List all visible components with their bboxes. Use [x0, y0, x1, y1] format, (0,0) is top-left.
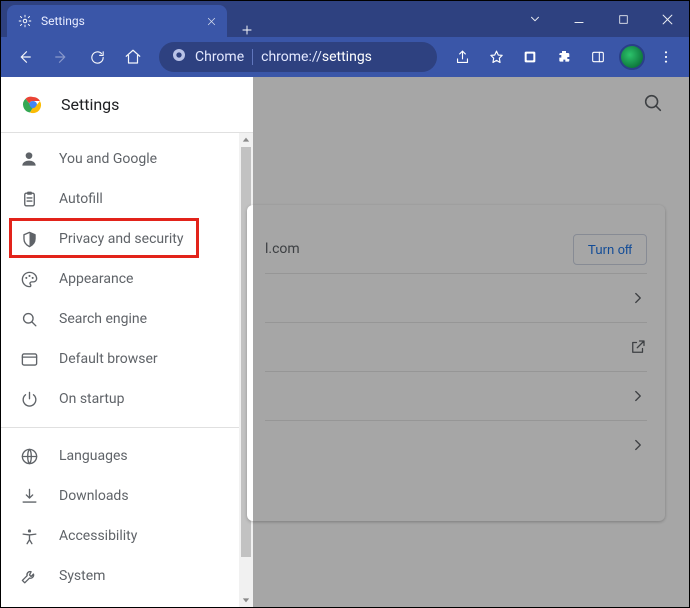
omnibox[interactable]: Chrome chrome://settings	[159, 42, 437, 72]
sidebar-list: You and Google Autofill Privacy and secu…	[1, 133, 253, 607]
nav-home[interactable]	[117, 41, 149, 73]
gear-icon	[17, 13, 33, 29]
sidebar-item-downloads[interactable]: Downloads	[1, 476, 253, 516]
settings-sidebar: Settings You and Google	[1, 77, 253, 607]
browser-tab-settings[interactable]: Settings	[7, 5, 227, 37]
tab-title: Settings	[41, 14, 85, 28]
browser-icon	[19, 349, 39, 369]
sidebar-item-label: Accessibility	[59, 528, 137, 544]
window-close[interactable]	[645, 1, 689, 37]
tab-overview-icon[interactable]	[515, 42, 545, 72]
sidebar-item-languages[interactable]: Languages	[1, 436, 253, 476]
extensions-icon[interactable]	[549, 42, 579, 72]
dimmed-overlay	[253, 77, 689, 607]
browser-menu[interactable]	[651, 42, 681, 72]
omnibox-origin: Chrome	[195, 49, 244, 65]
sidebar-item-autofill[interactable]: Autofill	[1, 179, 253, 219]
sidebar-item-label: Default browser	[59, 351, 158, 367]
sidebar-item-label: System	[59, 568, 105, 584]
clipboard-icon	[19, 189, 39, 209]
sidebar-item-label: Privacy and security	[59, 231, 183, 247]
globe-icon	[19, 446, 39, 466]
sidebar-item-label: Languages	[59, 448, 128, 464]
nav-reload[interactable]	[81, 41, 113, 73]
profile-avatar[interactable]	[617, 42, 647, 72]
wrench-icon	[19, 566, 39, 586]
settings-main: l.com Turn off	[253, 77, 689, 607]
sidebar-item-label: Downloads	[59, 488, 129, 504]
sidebar-item-search-engine[interactable]: Search engine	[1, 299, 253, 339]
sidebar-divider	[1, 427, 253, 428]
sidepanel-icon[interactable]	[583, 42, 613, 72]
person-icon	[19, 149, 39, 169]
window-minimize[interactable]	[557, 1, 601, 37]
sidebar-item-privacy[interactable]: Privacy and security	[1, 219, 253, 259]
accessibility-icon	[19, 526, 39, 546]
new-tab-button[interactable]	[233, 23, 261, 37]
share-icon[interactable]	[447, 42, 477, 72]
tab-strip: Settings	[1, 1, 261, 37]
close-icon[interactable]	[203, 13, 219, 29]
window-maximize[interactable]	[601, 1, 645, 37]
sidebar-item-you-and-google[interactable]: You and Google	[1, 139, 253, 179]
shield-icon	[19, 229, 39, 249]
sidebar-item-label: Appearance	[59, 271, 133, 287]
search-icon	[19, 309, 39, 329]
sidebar-item-system[interactable]: System	[1, 556, 253, 596]
sidebar-header: Settings	[1, 77, 253, 133]
caret-down-icon[interactable]	[513, 1, 557, 37]
sidebar-item-label: You and Google	[59, 151, 157, 167]
content-area: Settings You and Google	[1, 77, 689, 607]
sidebar-item-default-browser[interactable]: Default browser	[1, 339, 253, 379]
window-titlebar: Settings	[1, 1, 689, 37]
bookmark-star-icon[interactable]	[481, 42, 511, 72]
page-title: Settings	[61, 95, 119, 114]
refresh-icon	[19, 606, 39, 607]
omnibox-separator	[252, 49, 253, 65]
browser-toolbar: Chrome chrome://settings	[1, 37, 689, 77]
sidebar-item-label: Search engine	[59, 311, 147, 327]
omnibox-url: chrome://settings	[261, 49, 372, 65]
nav-back[interactable]	[9, 41, 41, 73]
palette-icon	[19, 269, 39, 289]
sidebar-item-reset[interactable]: Reset and clean up	[1, 596, 253, 607]
chrome-logo-icon	[21, 93, 45, 117]
sidebar-item-label: On startup	[59, 391, 125, 407]
sidebar-item-appearance[interactable]: Appearance	[1, 259, 253, 299]
power-icon	[19, 389, 39, 409]
chrome-product-icon	[171, 47, 187, 67]
download-icon	[19, 486, 39, 506]
sidebar-item-label: Autofill	[59, 191, 103, 207]
nav-forward	[45, 41, 77, 73]
sidebar-item-on-startup[interactable]: On startup	[1, 379, 253, 419]
sidebar-item-accessibility[interactable]: Accessibility	[1, 516, 253, 556]
